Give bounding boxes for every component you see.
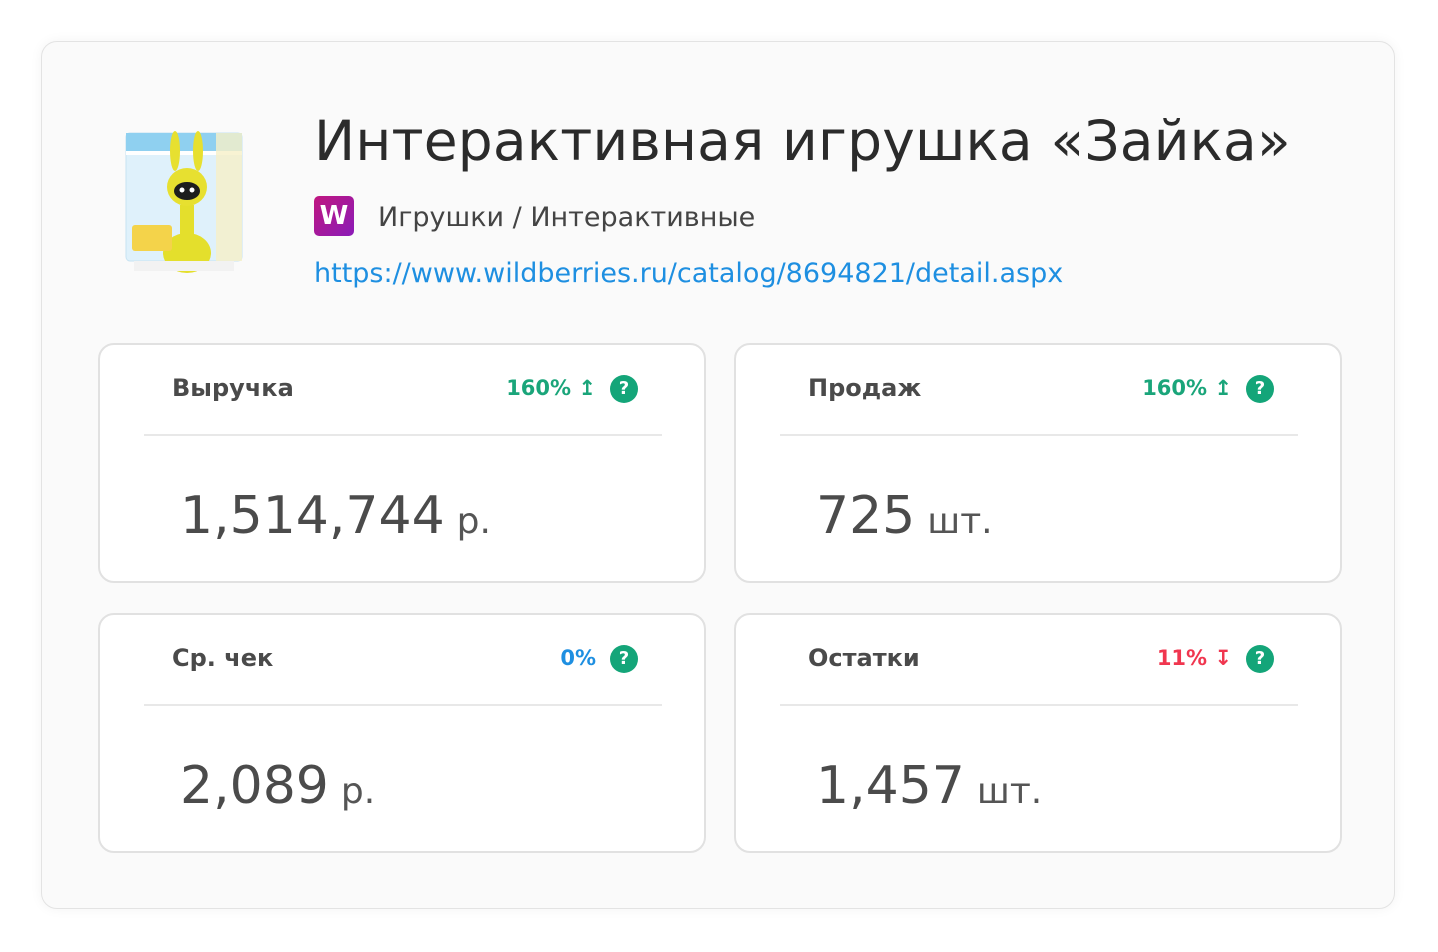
value-number: 1,514,744 [180, 486, 445, 546]
metric-card-revenue: Выручка 160% ↥ ? 1,514,744 р. [98, 343, 706, 583]
value-unit: шт. [976, 771, 1043, 812]
divider [780, 704, 1298, 706]
metric-label: Ср. чек [172, 644, 274, 672]
help-icon[interactable]: ? [1246, 645, 1274, 673]
metric-change: 11% ↧ [1157, 643, 1232, 673]
metric-change: 0% [560, 643, 596, 673]
metric-value: 725 шт. [816, 481, 993, 557]
value-number: 2,089 [180, 756, 329, 816]
change-value: 0% [560, 646, 596, 670]
metric-card-sales: Продаж 160% ↥ ? 725 шт. [734, 343, 1342, 583]
help-icon[interactable]: ? [610, 645, 638, 673]
metric-value: 2,089 р. [180, 751, 375, 827]
product-url-link[interactable]: https://www.wildberries.ru/catalog/86948… [314, 256, 1063, 292]
change-value: 11% [1156, 646, 1208, 670]
help-icon[interactable]: ? [610, 375, 638, 403]
metric-value: 1,514,744 р. [180, 481, 491, 557]
divider [144, 704, 662, 706]
product-category: Игрушки / Интерактивные [378, 202, 756, 233]
value-unit: р. [340, 771, 376, 812]
value-number: 1,457 [816, 756, 965, 816]
product-title: Интерактивная игрушка «Зайка» [314, 109, 1291, 173]
product-card: Интерактивная игрушка «Зайка» W Игрушки … [41, 41, 1395, 909]
metric-change: 160% ↥ [506, 373, 596, 403]
change-value: 160% [506, 376, 572, 400]
trend-down-icon: ↧ [1214, 646, 1232, 670]
change-value: 160% [1142, 376, 1208, 400]
metric-value: 1,457 шт. [816, 751, 1042, 827]
help-icon[interactable]: ? [1246, 375, 1274, 403]
divider [144, 434, 662, 436]
value-unit: шт. [927, 501, 993, 542]
trend-up-icon: ↥ [1214, 376, 1232, 400]
metric-label: Выручка [172, 374, 294, 402]
metric-change: 160% ↥ [1142, 373, 1232, 403]
metric-label: Продаж [808, 374, 922, 402]
metric-label: Остатки [808, 644, 920, 672]
wildberries-logo-icon: W [314, 196, 354, 236]
divider [780, 434, 1298, 436]
trend-up-icon: ↥ [578, 376, 596, 400]
value-unit: р. [456, 501, 491, 542]
metric-card-stock: Остатки 11% ↧ ? 1,457 шт. [734, 613, 1342, 853]
product-image [125, 131, 243, 273]
value-number: 725 [816, 486, 916, 546]
metric-card-average-check: Ср. чек 0% ? 2,089 р. [98, 613, 706, 853]
